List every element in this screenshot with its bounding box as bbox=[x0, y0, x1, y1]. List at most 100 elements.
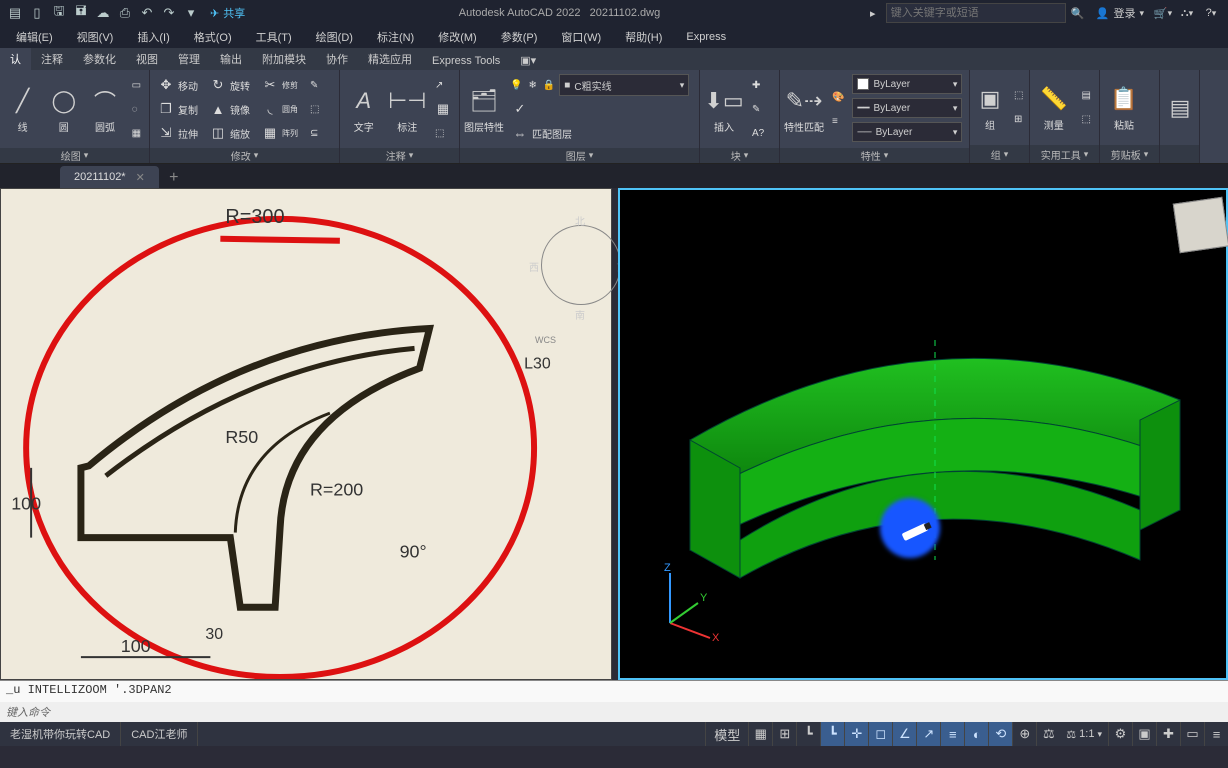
paste-button[interactable]: 📋粘贴 bbox=[1104, 74, 1144, 141]
hardware-icon[interactable]: ✚ bbox=[1156, 722, 1180, 746]
ribbon-tab-parametric[interactable]: 参数化 bbox=[73, 48, 126, 70]
util-extra2-icon[interactable]: ⬚ bbox=[1078, 109, 1095, 131]
util-extra1-icon[interactable]: ▤ bbox=[1078, 85, 1095, 107]
array-button[interactable]: ▦阵列 bbox=[258, 122, 302, 144]
prop-icon1[interactable]: 🎨 bbox=[828, 86, 848, 108]
rotate-button[interactable]: ↻旋转 bbox=[206, 74, 254, 96]
circle-button[interactable]: ◯圆 bbox=[45, 74, 82, 144]
insert-button[interactable]: ⬇▭插入 bbox=[704, 74, 744, 144]
color-combo[interactable]: ByLayer▾ bbox=[852, 74, 962, 94]
draw-extra3-icon[interactable]: ▦ bbox=[128, 122, 145, 144]
mirror-button[interactable]: ▲镜像 bbox=[206, 98, 254, 120]
transparency-icon[interactable]: ◐ bbox=[964, 722, 988, 746]
qat-redo-icon[interactable]: ↷ bbox=[160, 4, 178, 22]
menu-edit[interactable]: 编辑(E) bbox=[4, 29, 65, 45]
viewcube-right[interactable] bbox=[1176, 200, 1226, 250]
menu-tools[interactable]: 工具(T) bbox=[244, 29, 304, 45]
block-edit-icon[interactable]: ✎ bbox=[748, 98, 768, 120]
ribbon-tab-view[interactable]: 视图 bbox=[126, 48, 168, 70]
menu-format[interactable]: 格式(O) bbox=[182, 29, 244, 45]
osnap-icon[interactable]: ◻ bbox=[868, 722, 892, 746]
viewport-right[interactable]: Z X Y bbox=[618, 188, 1228, 680]
draw-extra2-icon[interactable]: ◌ bbox=[128, 98, 145, 120]
otrack-icon[interactable]: ∠ bbox=[892, 722, 916, 746]
qat-cloud-icon[interactable]: ☁ bbox=[94, 4, 112, 22]
search-icon[interactable]: 🔍 bbox=[1068, 3, 1088, 23]
layer-properties-button[interactable]: 🗂图层特性 bbox=[464, 74, 504, 144]
stretch-button[interactable]: ⇲拉伸 bbox=[154, 122, 202, 144]
apps-icon[interactable]: ⛬▾ bbox=[1176, 3, 1198, 23]
grid-icon[interactable]: ▦ bbox=[748, 722, 772, 746]
text-button[interactable]: A文字 bbox=[344, 74, 384, 144]
qat-new-icon[interactable]: ▤ bbox=[6, 4, 24, 22]
ribbon-tab-collab[interactable]: 协作 bbox=[316, 48, 358, 70]
group-extra2-icon[interactable]: ⊞ bbox=[1010, 109, 1027, 131]
lwt-icon[interactable]: ≡ bbox=[940, 722, 964, 746]
panel-layers-title[interactable]: 图层▾ bbox=[460, 148, 699, 163]
clean-icon[interactable]: ▭ bbox=[1180, 722, 1204, 746]
layout-tab-1[interactable]: 老湿机带你玩转CAD bbox=[0, 722, 121, 746]
ribbon-tab-addins[interactable]: 附加模块 bbox=[252, 48, 316, 70]
menu-param[interactable]: 参数(P) bbox=[489, 29, 550, 45]
prop-icon2[interactable]: ≡ bbox=[828, 110, 848, 132]
block-create-icon[interactable]: ✚ bbox=[748, 74, 768, 96]
extra-panel-icon[interactable]: ▤ bbox=[1164, 74, 1196, 141]
modify-extra3-icon[interactable]: ⊆ bbox=[306, 122, 323, 144]
measure-button[interactable]: 📏测量 bbox=[1034, 74, 1074, 141]
custom-icon[interactable]: ≡ bbox=[1204, 722, 1228, 746]
search-box[interactable] bbox=[886, 3, 1066, 23]
snap-icon[interactable]: ⊞ bbox=[772, 722, 796, 746]
panel-clipboard-title[interactable]: 剪贴板▾ bbox=[1100, 145, 1159, 163]
login-button[interactable]: 👤 登录 ▾ bbox=[1090, 5, 1150, 21]
match-prop-button[interactable]: ✎⇢特性匹配 bbox=[784, 74, 824, 144]
panel-utilities-title[interactable]: 实用工具▾ bbox=[1030, 145, 1099, 163]
isolate-icon[interactable]: ▣ bbox=[1132, 722, 1156, 746]
menu-modify[interactable]: 修改(M) bbox=[426, 29, 489, 45]
ribbon-tab-featured[interactable]: 精选应用 bbox=[358, 48, 422, 70]
qat-save-icon[interactable]: 🖫 bbox=[50, 4, 68, 22]
layer-bulb1-icon[interactable]: 💡 bbox=[508, 74, 524, 96]
ucs-icon[interactable]: Z X Y bbox=[650, 563, 730, 648]
table-button[interactable]: ▦ bbox=[431, 98, 455, 120]
leader-icon[interactable]: ↗ bbox=[431, 74, 455, 96]
qat-dropdown-icon[interactable]: ▾ bbox=[182, 4, 200, 22]
viewport-left[interactable]: 100 100 R=300 R50 R=200 30 90° L30 北 南 西… bbox=[0, 188, 612, 680]
trim-button[interactable]: ✂修剪 bbox=[258, 74, 302, 96]
panel-annotation-title[interactable]: 注释▾ bbox=[340, 148, 459, 163]
panel-draw-title[interactable]: 绘图▾ bbox=[0, 148, 149, 163]
menu-help[interactable]: 帮助(H) bbox=[613, 29, 674, 45]
layer-lock-icon[interactable]: 🔒 bbox=[541, 74, 557, 96]
ann-extra-icon[interactable]: ⬚ bbox=[431, 122, 455, 144]
cart-icon[interactable]: 🛒▾ bbox=[1152, 3, 1174, 23]
ribbon-tab-extra-icon[interactable]: ▣▾ bbox=[510, 51, 546, 70]
annomonitor-icon[interactable]: ⊕ bbox=[1012, 722, 1036, 746]
block-attr-icon[interactable]: A? bbox=[748, 122, 768, 144]
ribbon-tab-default[interactable]: 认 bbox=[0, 48, 31, 70]
ribbon-tab-express[interactable]: Express Tools bbox=[422, 52, 510, 70]
draw-extra1-icon[interactable]: ▭ bbox=[128, 74, 145, 96]
modify-extra1-icon[interactable]: ✎ bbox=[306, 74, 323, 96]
file-tab-close-icon[interactable]: ✕ bbox=[136, 171, 145, 184]
ribbon-tab-output[interactable]: 输出 bbox=[210, 48, 252, 70]
copy-button[interactable]: ❐复制 bbox=[154, 98, 202, 120]
move-button[interactable]: ✥移动 bbox=[154, 74, 202, 96]
line-button[interactable]: ╱线 bbox=[4, 74, 41, 144]
dimension-button[interactable]: ⊢⊣标注 bbox=[388, 74, 428, 144]
model-button[interactable]: 模型 bbox=[705, 722, 748, 746]
share-button[interactable]: ✈ 共享 bbox=[204, 5, 251, 21]
arc-button[interactable]: ⌒圆弧 bbox=[86, 74, 123, 144]
match-layer-button[interactable]: ⇔匹配图层 bbox=[508, 122, 695, 144]
linetype-combo[interactable]: ──ByLayer▾ bbox=[852, 122, 962, 142]
menu-view[interactable]: 视图(V) bbox=[65, 29, 126, 45]
annoscale-combo[interactable]: ⚖ 1:1▾ bbox=[1060, 728, 1108, 741]
layer-combo[interactable]: ■C粗实线▾ bbox=[559, 74, 689, 96]
group-button[interactable]: ▣组 bbox=[974, 74, 1006, 141]
ribbon-tab-manage[interactable]: 管理 bbox=[168, 48, 210, 70]
lineweight-combo[interactable]: ━━ByLayer▾ bbox=[852, 98, 962, 118]
layer-bulb2-icon[interactable]: ❄ bbox=[526, 74, 538, 96]
infer-icon[interactable]: ┗ bbox=[796, 722, 820, 746]
polar-icon[interactable]: ✛ bbox=[844, 722, 868, 746]
file-tab-new[interactable]: + bbox=[163, 168, 185, 188]
layout-tab-2[interactable]: CAD江老师 bbox=[121, 722, 198, 746]
group-extra1-icon[interactable]: ⬚ bbox=[1010, 85, 1027, 107]
